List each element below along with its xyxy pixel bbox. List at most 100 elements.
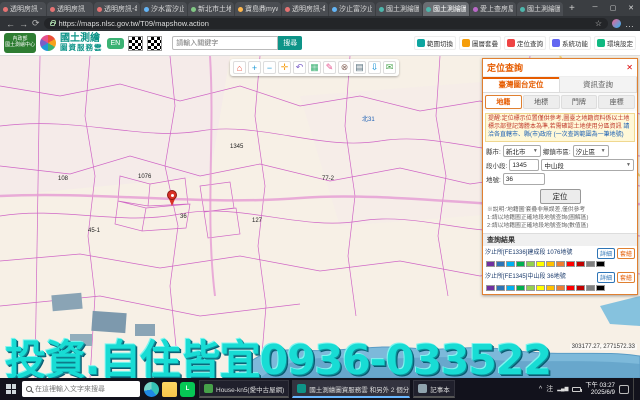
- panel-tab[interactable]: 臺灣圖台定位: [483, 77, 560, 92]
- parcel-number-input[interactable]: [503, 173, 545, 185]
- legend-swatch[interactable]: [566, 261, 575, 267]
- taskbar-clock[interactable]: 下午 03:27 2025/6/9: [585, 382, 615, 396]
- legend-swatch[interactable]: [486, 261, 495, 267]
- browser-tab[interactable]: 汐止富汐止地: [329, 2, 375, 16]
- window-control-button[interactable]: ✕: [622, 0, 640, 15]
- browser-tab[interactable]: 透明房訊-每日: [282, 2, 328, 16]
- file-explorer-icon[interactable]: [162, 382, 177, 397]
- quick-button[interactable]: 環境設定: [594, 36, 636, 50]
- tab-title: 新北市土地公告: [198, 4, 231, 14]
- quick-button[interactable]: 圖層套疊: [459, 36, 501, 50]
- forward-icon[interactable]: →: [19, 19, 28, 29]
- map-tool-button[interactable]: ✛: [278, 61, 291, 74]
- legend-swatch[interactable]: [566, 285, 575, 291]
- map-tool-button[interactable]: ✎: [323, 61, 336, 74]
- favorite-star-icon[interactable]: ☆: [595, 19, 602, 28]
- section-code-input[interactable]: [509, 159, 539, 171]
- legend-swatch[interactable]: [576, 285, 585, 291]
- panel-subtab[interactable]: 地籍: [485, 95, 522, 109]
- map-tool-button[interactable]: ⇩: [368, 61, 381, 74]
- show-desktop-button[interactable]: [633, 378, 637, 400]
- network-icon[interactable]: ▂▄▆: [557, 386, 568, 392]
- legend-swatch[interactable]: [536, 285, 545, 291]
- legend-swatch[interactable]: [486, 285, 495, 291]
- legend-swatch[interactable]: [526, 285, 535, 291]
- browser-tab[interactable]: 愛上查房屋資訊: [470, 2, 516, 16]
- panel-close-icon[interactable]: ✕: [626, 63, 633, 72]
- edge-icon[interactable]: [144, 382, 159, 397]
- window-control-button[interactable]: ─: [586, 0, 604, 15]
- search-button[interactable]: 搜尋: [278, 36, 302, 50]
- legend-swatch[interactable]: [586, 261, 595, 267]
- legend-swatch[interactable]: [586, 285, 595, 291]
- map-tool-button[interactable]: ▦: [308, 61, 321, 74]
- browser-menu-icon[interactable]: …: [625, 19, 634, 29]
- panel-subtab[interactable]: 地標: [523, 95, 560, 109]
- taskbar-app[interactable]: House-kn5(愛中古屋網): [199, 380, 289, 398]
- window-control-button[interactable]: ▢: [604, 0, 622, 15]
- legend-swatch[interactable]: [546, 285, 555, 291]
- legend-swatch[interactable]: [576, 261, 585, 267]
- new-tab-button[interactable]: +: [564, 3, 580, 14]
- legend-swatch[interactable]: [536, 261, 545, 267]
- result-detail-button[interactable]: 詳細: [597, 248, 615, 259]
- legend-swatch[interactable]: [496, 285, 505, 291]
- locate-button[interactable]: 定位: [540, 189, 581, 204]
- browser-tab[interactable]: 國土測繪圖資服: [376, 2, 422, 16]
- coordinate-readout: 303177.27, 2771572.33: [570, 344, 637, 350]
- section-name-select[interactable]: 中山段▼: [541, 159, 634, 171]
- legend-swatch[interactable]: [506, 261, 515, 267]
- browser-tab[interactable]: 國土測繪圖資雲: [517, 2, 563, 16]
- quick-button[interactable]: 定位查詢: [504, 36, 546, 50]
- action-center-icon[interactable]: [619, 385, 629, 394]
- url-bar[interactable]: https://maps.nlsc.gov.tw/T09/mapshow.act…: [44, 18, 608, 29]
- search-input[interactable]: [172, 36, 278, 50]
- taskbar-app[interactable]: 國土測繪圖資服務雲 和另外 2 個分頁: [292, 380, 410, 398]
- language-button[interactable]: EN: [107, 38, 125, 49]
- legend-swatch[interactable]: [546, 261, 555, 267]
- result-overlay-button[interactable]: 套繪: [617, 248, 635, 259]
- line-app-icon[interactable]: L: [180, 382, 195, 397]
- district-select[interactable]: 汐止區▼: [573, 145, 609, 157]
- map-tool-button[interactable]: ⌂: [233, 61, 246, 74]
- map-tool-button[interactable]: ↶: [293, 61, 306, 74]
- ime-indicator[interactable]: 注: [546, 384, 553, 394]
- map-tool-button[interactable]: ✉: [383, 61, 396, 74]
- legend-swatch[interactable]: [526, 261, 535, 267]
- taskbar-app[interactable]: 記事本: [413, 380, 455, 398]
- browser-tab[interactable]: 寶島鼎mywoo平: [235, 2, 281, 16]
- taskbar-search[interactable]: 在這裡輸入文字來搜尋: [22, 381, 140, 397]
- panel-subtab[interactable]: 座標: [598, 95, 635, 109]
- profile-avatar[interactable]: [612, 19, 621, 28]
- panel-subtab[interactable]: 門牌: [561, 95, 598, 109]
- map-tool-button[interactable]: ▤: [353, 61, 366, 74]
- back-icon[interactable]: ←: [6, 19, 15, 29]
- agency-logo[interactable]: 內政部 國土測繪中心: [4, 33, 36, 53]
- browser-tab[interactable]: 汐水富汐止4樓: [141, 2, 187, 16]
- quick-button[interactable]: 範圍切換: [414, 36, 456, 50]
- legend-swatch[interactable]: [516, 285, 525, 291]
- refresh-icon[interactable]: ⟳: [32, 18, 40, 29]
- start-button[interactable]: [0, 378, 22, 400]
- browser-tab[interactable]: 透明房訊: [47, 2, 93, 16]
- legend-swatch[interactable]: [556, 285, 565, 291]
- tray-expander-icon[interactable]: ^: [539, 386, 542, 393]
- map-tool-button[interactable]: −: [263, 61, 276, 74]
- legend-swatch[interactable]: [596, 285, 605, 291]
- browser-tab[interactable]: 透明房訊 - 買屋: [0, 2, 46, 16]
- legend-swatch[interactable]: [506, 285, 515, 291]
- map-tool-button[interactable]: ⊗: [338, 61, 351, 74]
- map-tool-button[interactable]: +: [248, 61, 261, 74]
- quick-button[interactable]: 系統功能: [549, 36, 591, 50]
- legend-swatch[interactable]: [516, 261, 525, 267]
- browser-tab[interactable]: 新北市土地公告: [188, 2, 234, 16]
- legend-swatch[interactable]: [556, 261, 565, 267]
- result-detail-button[interactable]: 詳細: [597, 272, 615, 283]
- legend-swatch[interactable]: [496, 261, 505, 267]
- legend-swatch[interactable]: [596, 261, 605, 267]
- result-overlay-button[interactable]: 套繪: [617, 272, 635, 283]
- county-select[interactable]: 新北市▼: [503, 145, 541, 157]
- browser-tab[interactable]: 透明房訊-每日: [94, 2, 140, 16]
- browser-tab[interactable]: 國土測繪圖資服: [423, 2, 469, 16]
- panel-tab[interactable]: 資訊查詢: [560, 77, 637, 92]
